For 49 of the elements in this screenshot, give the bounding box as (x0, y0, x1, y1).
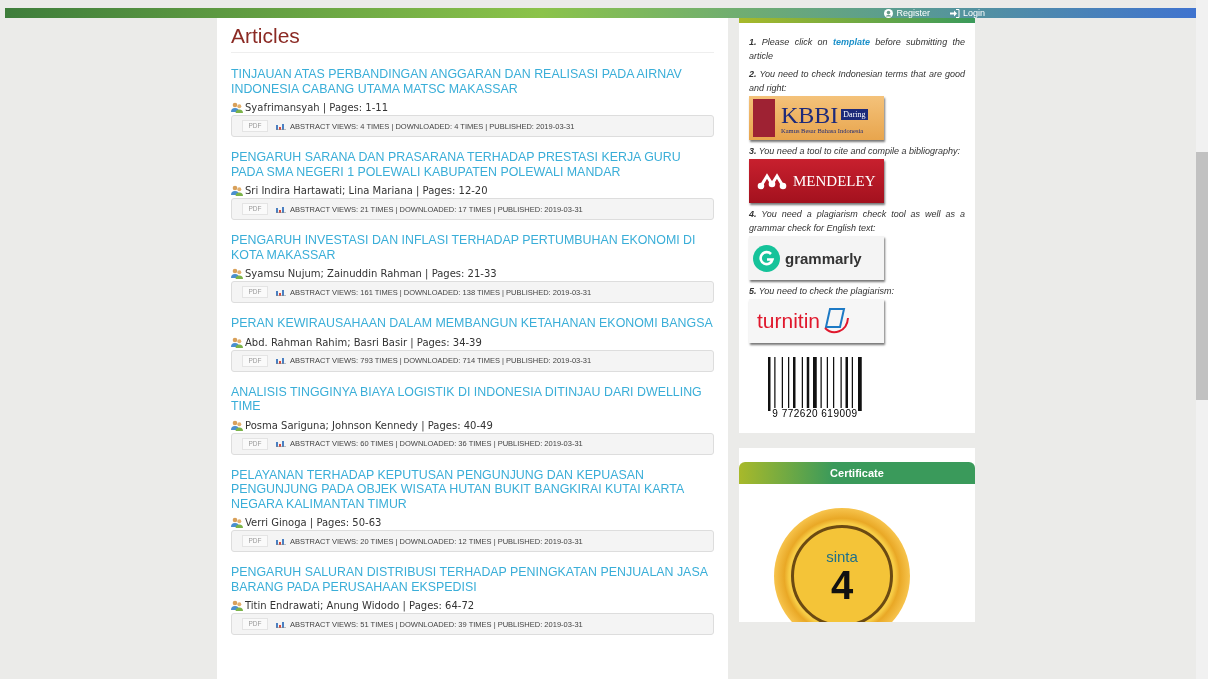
article-title-link[interactable]: PELAYANAN TERHADAP KEPUTUSAN PENGUNJUNG DAN KEPUASAN PENGUNJUNG PADA OBJEK WISATA HUTAN BUKIT BANGKIRAI KUTAI KARTA NEGARA KALIMANTAN TIMUR (231, 467, 714, 511)
author-pages-text: Syamsu Nujum; Zainuddin Rahman | Pages: 21-33 (245, 268, 497, 279)
bar-chart-icon (276, 288, 286, 296)
user-icon (884, 8, 894, 18)
grammar-checker-banner-link[interactable]: grammarly (749, 236, 884, 280)
people-icon (231, 419, 243, 431)
template-link[interactable]: template (832, 37, 870, 47)
instruction-text: 1. Please click on template before submitting the article (749, 36, 965, 63)
article-title-link[interactable]: PENGARUH INVESTASI DAN INFLASI TERHADAP PERTUMBUHAN EKONOMI DI KOTA MAKASSAR (231, 233, 714, 262)
articles-heading: Articles (231, 24, 714, 53)
plagiarism-checker-banner-link[interactable]: turnitin (749, 299, 884, 343)
certificate-heading: Certificate (739, 462, 975, 484)
author-pages-text: Titin Endrawati; Anung Widodo | Pages: 64-72 (245, 600, 475, 611)
instruction-text: 2. You need to check Indonesian terms that are good and right: (749, 68, 965, 95)
author-pages-text: Syafrimansyah | Pages: 1-11 (245, 102, 388, 113)
bar-chart-icon (276, 205, 286, 213)
barcode-drawing: 9 772620 619009 (765, 357, 865, 419)
people-icon (231, 185, 243, 196)
bar-chart-icon (276, 440, 286, 447)
rating-seal-badge: sinta 4 (774, 508, 910, 622)
page-swoosh-logo-icon (822, 306, 851, 336)
article-title-link[interactable]: ANALISIS TINGGINYA BIAYA LOGISTIK DI INDONESIA DITINJAU DARI DWELLING TIME (231, 384, 714, 414)
people-icon (231, 600, 243, 611)
article-title-link[interactable]: PENGARUH SARANA DAN PRASARANA TERHADAP PRESTASI KERJA GURU PADA SMA NEGERI 1 POLEWALI KABUPATEN POLEWALI MANDAR (231, 150, 714, 179)
bar-chart-icon (276, 620, 286, 628)
bar-chart-icon (276, 357, 286, 364)
header-link[interactable]: Register (884, 8, 930, 18)
author-pages-text: Abd. Rahman Rahim; Basri Basir | Pages: 34-39 (245, 336, 482, 348)
people-icon (231, 268, 243, 279)
people-icon (231, 102, 243, 113)
people-icon (231, 517, 243, 528)
bar-chart-icon (276, 537, 286, 545)
network-dots-logo-icon (757, 172, 787, 190)
scrollbar[interactable] (1196, 0, 1208, 679)
article-title-link[interactable]: PERAN KEWIRAUSAHAAN DALAM MEMBANGUN KETAHANAN EKONOMI BANGSA (231, 316, 714, 331)
g-logo-icon (753, 244, 780, 272)
people-icon (231, 336, 243, 348)
author-pages-text: Posma Sariguna; Johnson Kennedy | Pages: 40-49 (245, 419, 493, 431)
instruction-text: 3. You need a tool to cite and compile a bibliography: (749, 145, 961, 158)
header-link[interactable]: Login (949, 8, 985, 18)
author-pages-text: Sri Indira Hartawati; Lina Mariana | Pages: 12-20 (245, 185, 488, 196)
instruction-text: 4. You need a plagiarism check tool as well as a grammar check for English text: (749, 208, 965, 235)
author-pages-text: Verri Ginoga | Pages: 50-63 (245, 517, 382, 528)
sign-in-icon (949, 8, 960, 18)
instruction-text: 5. You need to check the plagiarism: (749, 285, 895, 298)
article-title-link[interactable]: PENGARUH SALURAN DISTRIBUSI TERHADAP PENINGKATAN PENJUALAN JASA BARANG PADA PERUSAHAAN EKSPEDISI (231, 565, 714, 594)
article-title-link[interactable]: TINJAUAN ATAS PERBANDINGAN ANGGARAN DAN REALISASI PADA AIRNAV INDONESIA CABANG UTAMA MATSC MAKASSAR (231, 67, 714, 96)
bar-chart-icon (276, 122, 286, 130)
reference-manager-banner-link[interactable]: MENDELEY (749, 159, 884, 203)
